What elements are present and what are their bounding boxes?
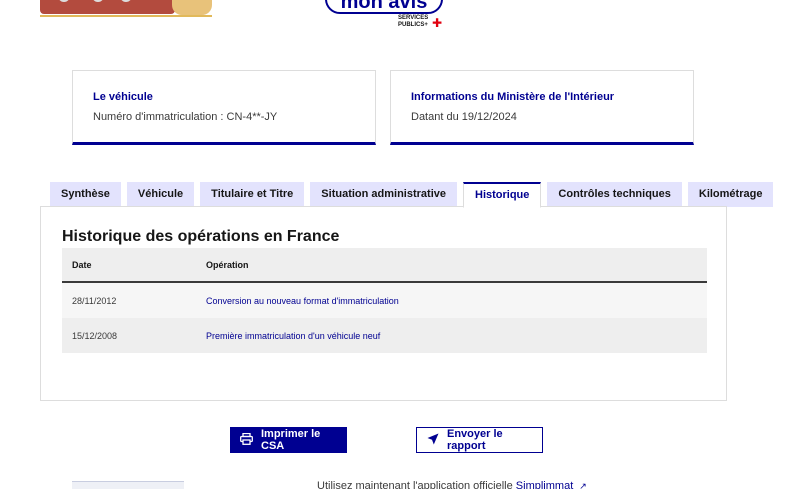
ground-line xyxy=(40,15,212,17)
sp-logo-line1: SERVICES xyxy=(398,15,429,21)
tab-synthese[interactable]: Synthèse xyxy=(50,182,121,207)
cell-date: 15/12/2008 xyxy=(72,330,118,341)
services-publics-plus-icon: ✚ xyxy=(432,16,443,30)
vehicle-card: Le véhicule Numéro d'immatriculation : C… xyxy=(72,70,376,145)
tab-titulaire[interactable]: Titulaire et Titre xyxy=(200,182,305,207)
column-header-date: Date xyxy=(72,259,92,270)
promo-text: Utilisez maintenant l'application offici… xyxy=(317,480,513,489)
tab-kilometrage[interactable]: Kilométrage xyxy=(687,182,774,207)
printer-icon xyxy=(240,432,253,448)
table-row: 15/12/2008 Première immatriculation d'un… xyxy=(62,318,707,353)
app-promo-text: Utilisez maintenant l'application offici… xyxy=(317,480,587,489)
person-illustration xyxy=(172,0,212,15)
table-row: 28/11/2012 Conversion au nouveau format … xyxy=(62,283,707,318)
cell-operation: Conversion au nouveau format d'immatricu… xyxy=(206,295,399,306)
tab-bar: Synthèse Véhicule Titulaire et Titre Sit… xyxy=(50,182,774,208)
simplimmat-link[interactable]: Simplimmat xyxy=(516,480,573,489)
services-publics-logo: SERVICES PUBLICS+ xyxy=(398,15,428,29)
send-report-label: Envoyer le rapport xyxy=(447,428,503,452)
tab-situation[interactable]: Situation administrative xyxy=(310,182,457,207)
registration-number: Numéro d'immatriculation : CN-4**-JY xyxy=(93,111,278,123)
app-promo-image xyxy=(72,481,184,489)
ministry-card: Informations du Ministère de l'Intérieur… xyxy=(390,70,694,145)
tab-historique[interactable]: Historique xyxy=(463,182,542,208)
cell-date: 28/11/2012 xyxy=(72,295,117,306)
tab-controles[interactable]: Contrôles techniques xyxy=(547,182,682,207)
external-link-icon: ↗ xyxy=(579,481,587,489)
cell-operation: Première immatriculation d'un véhicule n… xyxy=(206,330,381,341)
column-header-operation: Opération xyxy=(206,259,249,270)
table-header: Date Opération xyxy=(62,248,707,283)
history-table: Date Opération 28/11/2012 Conversion au … xyxy=(62,248,707,353)
wheel-icon xyxy=(92,0,104,2)
wheel-icon xyxy=(58,0,70,2)
mon-avis-badge[interactable]: mon avis xyxy=(325,0,443,14)
car-illustration xyxy=(40,0,175,14)
send-report-button[interactable]: Envoyer le rapport xyxy=(416,427,543,453)
sp-logo-line2: PUBLICS+ xyxy=(398,22,428,28)
panel-title: Historique des opérations en France xyxy=(62,228,340,245)
print-csa-button[interactable]: Imprimer le CSA xyxy=(230,427,347,453)
data-date: Datant du 19/12/2024 xyxy=(411,111,517,123)
print-csa-label: Imprimer le CSA xyxy=(261,428,321,452)
tab-vehicule[interactable]: Véhicule xyxy=(126,182,195,207)
send-icon xyxy=(427,433,439,448)
wheel-icon xyxy=(120,0,132,2)
card-title: Le véhicule xyxy=(93,91,153,103)
card-title: Informations du Ministère de l'Intérieur xyxy=(411,91,615,103)
history-panel: Historique des opérations en France Date… xyxy=(40,206,727,401)
vehicle-illustration xyxy=(40,0,215,18)
